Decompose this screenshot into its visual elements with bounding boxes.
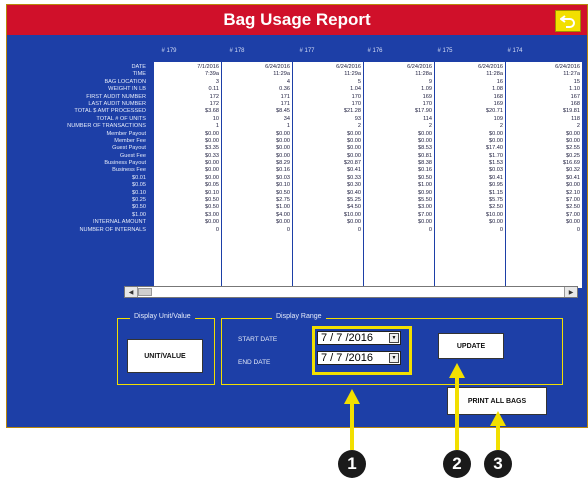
arrow-icon-1 [344,389,360,450]
callout-2: 2 [443,450,471,478]
arrow-icon-3 [490,411,506,450]
arrow-icon-2 [449,363,465,450]
callout-3: 3 [484,450,512,478]
callout-1: 1 [338,450,366,478]
callout-arrows [344,363,506,450]
